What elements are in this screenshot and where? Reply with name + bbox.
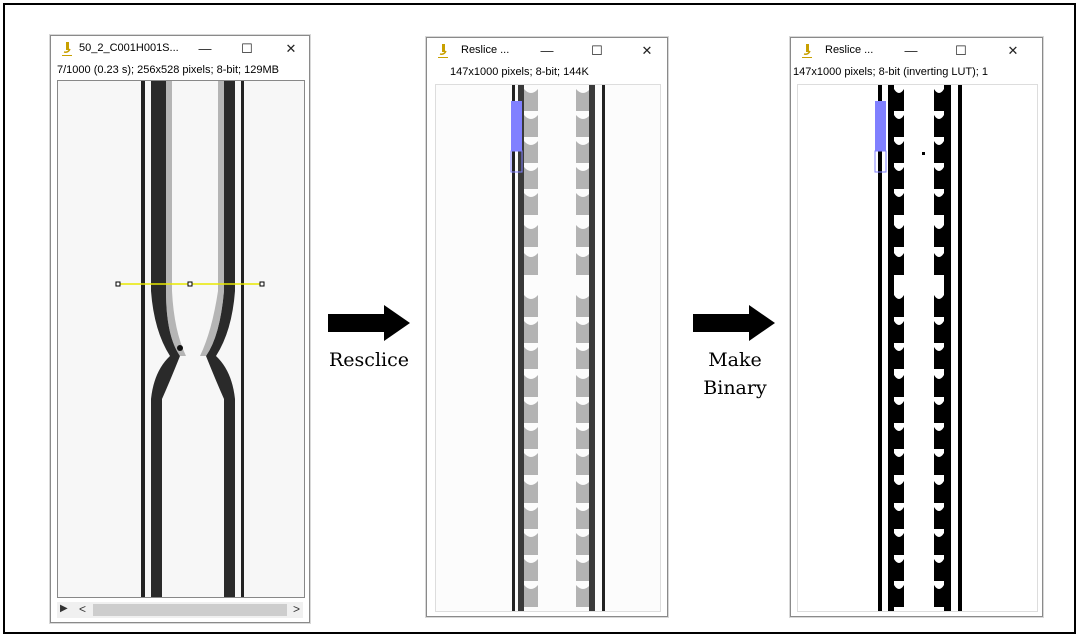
close-button[interactable]: ✕	[281, 40, 301, 58]
close-button[interactable]: ✕	[1003, 42, 1023, 60]
stack-scrollbar[interactable]: ▶ < >	[57, 602, 303, 618]
minimize-button[interactable]: —	[195, 40, 215, 58]
binary-image	[798, 85, 1037, 611]
image-canvas[interactable]	[57, 80, 305, 598]
title-bar[interactable]: Reslice ... — ☐ ✕	[791, 38, 1042, 64]
window-title: Reslice ...	[461, 44, 510, 56]
microscope-icon	[802, 44, 812, 58]
microscope-icon	[62, 42, 72, 56]
reslice-window: Reslice ... — ☐ ✕ 147x1000 pixels; 8-bit…	[426, 37, 668, 617]
image-canvas[interactable]	[435, 84, 661, 612]
stack-window: 50_2_C001H001S... — ☐ ✕ 7/1000 (0.23 s);…	[50, 35, 310, 623]
scroll-thumb[interactable]	[93, 604, 287, 616]
close-button[interactable]: ✕	[637, 42, 657, 60]
image-info: 7/1000 (0.23 s); 256x528 pixels; 8-bit; …	[57, 64, 279, 76]
scroll-left-button[interactable]: <	[79, 602, 86, 616]
reslice-step-label: Resclice	[329, 349, 409, 371]
maximize-button[interactable]: ☐	[587, 42, 607, 60]
microscope-icon	[438, 44, 448, 58]
image-canvas[interactable]	[797, 84, 1038, 612]
title-bar[interactable]: Reslice ... — ☐ ✕	[427, 38, 667, 64]
scroll-right-button[interactable]: >	[293, 602, 300, 616]
maximize-button[interactable]: ☐	[237, 40, 257, 58]
minimize-button[interactable]: —	[901, 42, 921, 60]
reslice-image	[436, 85, 660, 611]
window-title: Reslice ...	[825, 44, 874, 56]
minimize-button[interactable]: —	[537, 42, 557, 60]
arrow-icon	[693, 305, 775, 341]
channel-image	[58, 81, 304, 597]
maximize-button[interactable]: ☐	[951, 42, 971, 60]
make-binary-step-label: Make Binary	[677, 346, 793, 402]
play-icon[interactable]: ▶	[60, 603, 68, 614]
figure-frame: 50_2_C001H001S... — ☐ ✕ 7/1000 (0.23 s);…	[3, 3, 1076, 634]
title-bar[interactable]: 50_2_C001H001S... — ☐ ✕	[51, 36, 309, 62]
make-label: Make	[708, 349, 762, 371]
image-info: 147x1000 pixels; 8-bit (inverting LUT); …	[793, 66, 989, 78]
binary-label: Binary	[703, 377, 767, 399]
binary-window: Reslice ... — ☐ ✕ 147x1000 pixels; 8-bit…	[790, 37, 1043, 617]
image-info: 147x1000 pixels; 8-bit; 144K	[450, 66, 589, 78]
window-title: 50_2_C001H001S...	[79, 42, 179, 54]
arrow-icon	[328, 305, 410, 341]
